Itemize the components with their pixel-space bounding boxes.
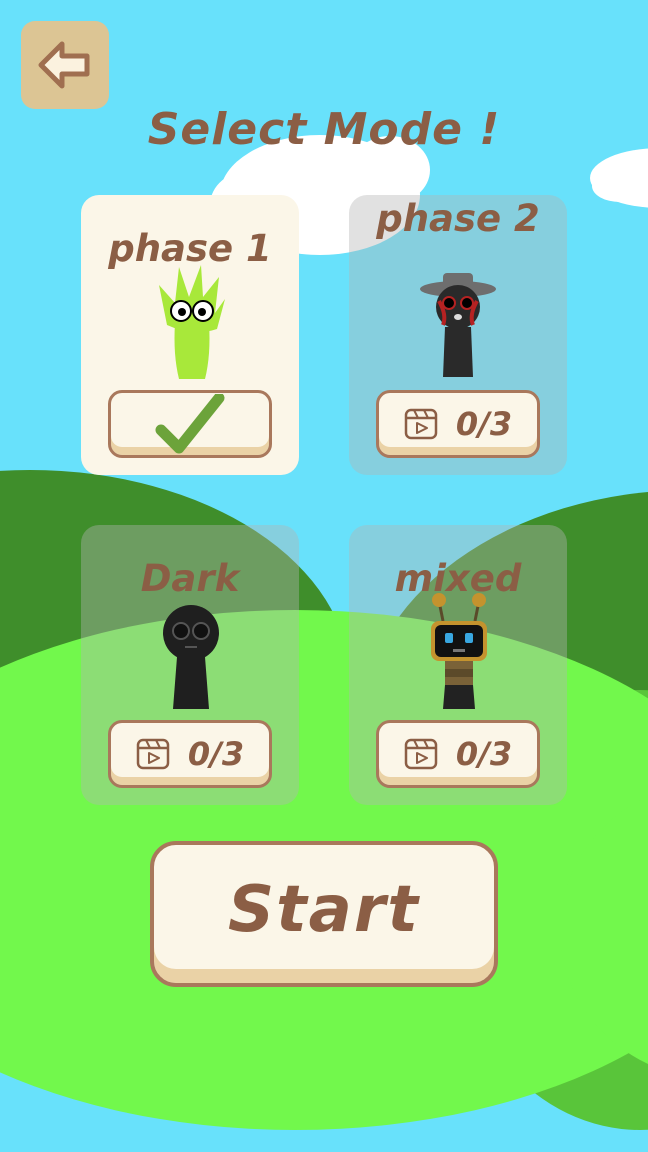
back-button[interactable] [21,21,109,109]
cloud [590,148,648,208]
green-sprunki-character [159,265,225,379]
progress-count: 0/3 [187,735,245,773]
mode-card-mixed[interactable]: mixed 0/3 [349,525,567,805]
unlock-video-button[interactable]: 0/3 [376,390,540,458]
black-character [163,605,219,709]
start-label: Start [227,873,421,947]
mode-label: Dark [140,557,240,600]
progress-count: 0/3 [455,405,513,443]
page-title: Select Mode ! [147,104,501,155]
selected-indicator [108,390,272,458]
arrow-left-icon [38,41,90,89]
mode-card-phase-1[interactable]: phase 1 [81,195,299,475]
unlock-video-button[interactable]: 0/3 [108,720,272,788]
video-play-icon [404,408,438,440]
dark-hat-character [420,273,496,377]
progress-count: 0/3 [455,735,513,773]
video-play-icon [404,738,438,770]
checkmark-icon [155,394,225,454]
mode-label: phase 2 [376,197,540,240]
robot-character [431,593,487,709]
mode-card-dark[interactable]: Dark 0/3 [81,525,299,805]
start-button[interactable]: Start [150,841,498,987]
mode-card-phase-2[interactable]: phase 2 0/3 [349,195,567,475]
video-play-icon [136,738,170,770]
unlock-video-button[interactable]: 0/3 [376,720,540,788]
